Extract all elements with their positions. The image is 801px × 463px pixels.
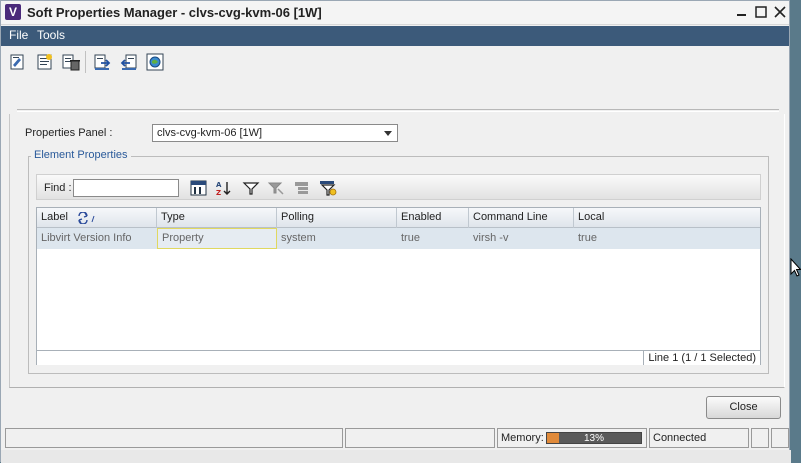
close-button[interactable]: Close bbox=[706, 396, 781, 419]
maximize-icon[interactable] bbox=[752, 3, 770, 21]
find-bar: Find : AZ bbox=[36, 174, 761, 200]
menu-bar: File Tools bbox=[1, 26, 789, 46]
find-label: Find : bbox=[44, 182, 72, 194]
column-header-text: Label bbox=[41, 211, 68, 223]
filter-clear-icon[interactable] bbox=[267, 180, 285, 196]
column-header-command-line[interactable]: Command Line bbox=[469, 208, 574, 228]
header-separator bbox=[17, 109, 779, 112]
minimize-glyph bbox=[737, 14, 746, 16]
menu-file[interactable]: File bbox=[9, 28, 28, 42]
column-header-enabled[interactable]: Enabled bbox=[397, 208, 469, 228]
memory-label: Memory: bbox=[501, 432, 544, 444]
window-bottom-edge bbox=[1, 450, 791, 463]
column-header-local[interactable]: Local bbox=[574, 208, 762, 228]
element-properties-legend: Element Properties bbox=[31, 149, 131, 161]
edit-property-icon[interactable] bbox=[9, 53, 27, 71]
main-window: V Soft Properties Manager - clvs-cvg-kvm… bbox=[0, 0, 791, 463]
connection-status: Connected bbox=[649, 428, 749, 448]
properties-panel-label: Properties Panel : bbox=[25, 127, 113, 139]
svg-text:A: A bbox=[216, 181, 222, 189]
column-header-type[interactable]: Type bbox=[157, 208, 277, 228]
column-header-polling[interactable]: Polling bbox=[277, 208, 397, 228]
toolbar bbox=[1, 47, 789, 83]
column-chooser-icon[interactable] bbox=[190, 180, 208, 196]
memory-bar: 13% bbox=[546, 432, 642, 444]
status-cell-extra-2 bbox=[771, 428, 789, 448]
memory-indicator: Memory: 13% bbox=[497, 428, 647, 448]
filter-icon[interactable] bbox=[242, 180, 260, 196]
cell-enabled: true bbox=[401, 232, 420, 244]
chevron-down-icon bbox=[384, 131, 392, 136]
status-bar: Memory: 13% Connected bbox=[5, 428, 791, 449]
status-cell-extra-1 bbox=[751, 428, 769, 448]
cell-type[interactable]: Property bbox=[157, 228, 277, 249]
window-title: Soft Properties Manager - clvs-cvg-kvm-0… bbox=[27, 5, 322, 20]
svg-text:Z: Z bbox=[216, 189, 221, 196]
title-bar: V Soft Properties Manager - clvs-cvg-kvm… bbox=[1, 1, 789, 25]
toolbar-separator bbox=[85, 51, 86, 73]
minimize-icon[interactable] bbox=[733, 3, 751, 21]
group-icon[interactable] bbox=[293, 180, 311, 196]
export-icon[interactable] bbox=[120, 53, 138, 71]
cell-local: true bbox=[578, 232, 597, 244]
column-header-label[interactable]: Label bbox=[37, 208, 157, 228]
delete-property-icon[interactable] bbox=[62, 53, 80, 71]
cell-polling: system bbox=[281, 232, 316, 244]
mouse-cursor-icon bbox=[790, 258, 801, 277]
status-cell-info bbox=[345, 428, 495, 448]
cell-label: Libvirt Version Info bbox=[41, 232, 132, 244]
close-glyph bbox=[774, 6, 786, 18]
selection-status: Line 1 (1 / 1 Selected) bbox=[643, 351, 760, 365]
sort-indicator-icon bbox=[78, 212, 95, 224]
menu-tools[interactable]: Tools bbox=[37, 28, 65, 42]
maximize-glyph bbox=[755, 6, 767, 18]
table-row[interactable]: Libvirt Version Info Property system tru… bbox=[37, 228, 760, 249]
table-footer: Line 1 (1 / 1 Selected) bbox=[37, 350, 760, 365]
browse-icon[interactable] bbox=[146, 53, 164, 71]
filter-settings-icon[interactable] bbox=[319, 180, 337, 196]
new-property-icon[interactable] bbox=[36, 53, 54, 71]
status-cell-message bbox=[5, 428, 343, 448]
app-logo-icon: V bbox=[5, 4, 21, 20]
close-window-icon[interactable] bbox=[771, 3, 789, 21]
properties-table: Label Type Polling Enabled Command Line … bbox=[36, 207, 761, 365]
properties-panel-value: clvs-cvg-kvm-06 [1W] bbox=[157, 127, 263, 139]
cell-command-line: virsh -v bbox=[473, 232, 509, 244]
sort-az-icon[interactable]: AZ bbox=[215, 180, 233, 197]
import-icon[interactable] bbox=[93, 53, 111, 71]
table-header: Label Type Polling Enabled Command Line … bbox=[37, 208, 760, 228]
properties-panel-select[interactable]: clvs-cvg-kvm-06 [1W] bbox=[152, 124, 398, 142]
memory-percent: 13% bbox=[583, 433, 604, 444]
find-input[interactable] bbox=[73, 179, 179, 197]
